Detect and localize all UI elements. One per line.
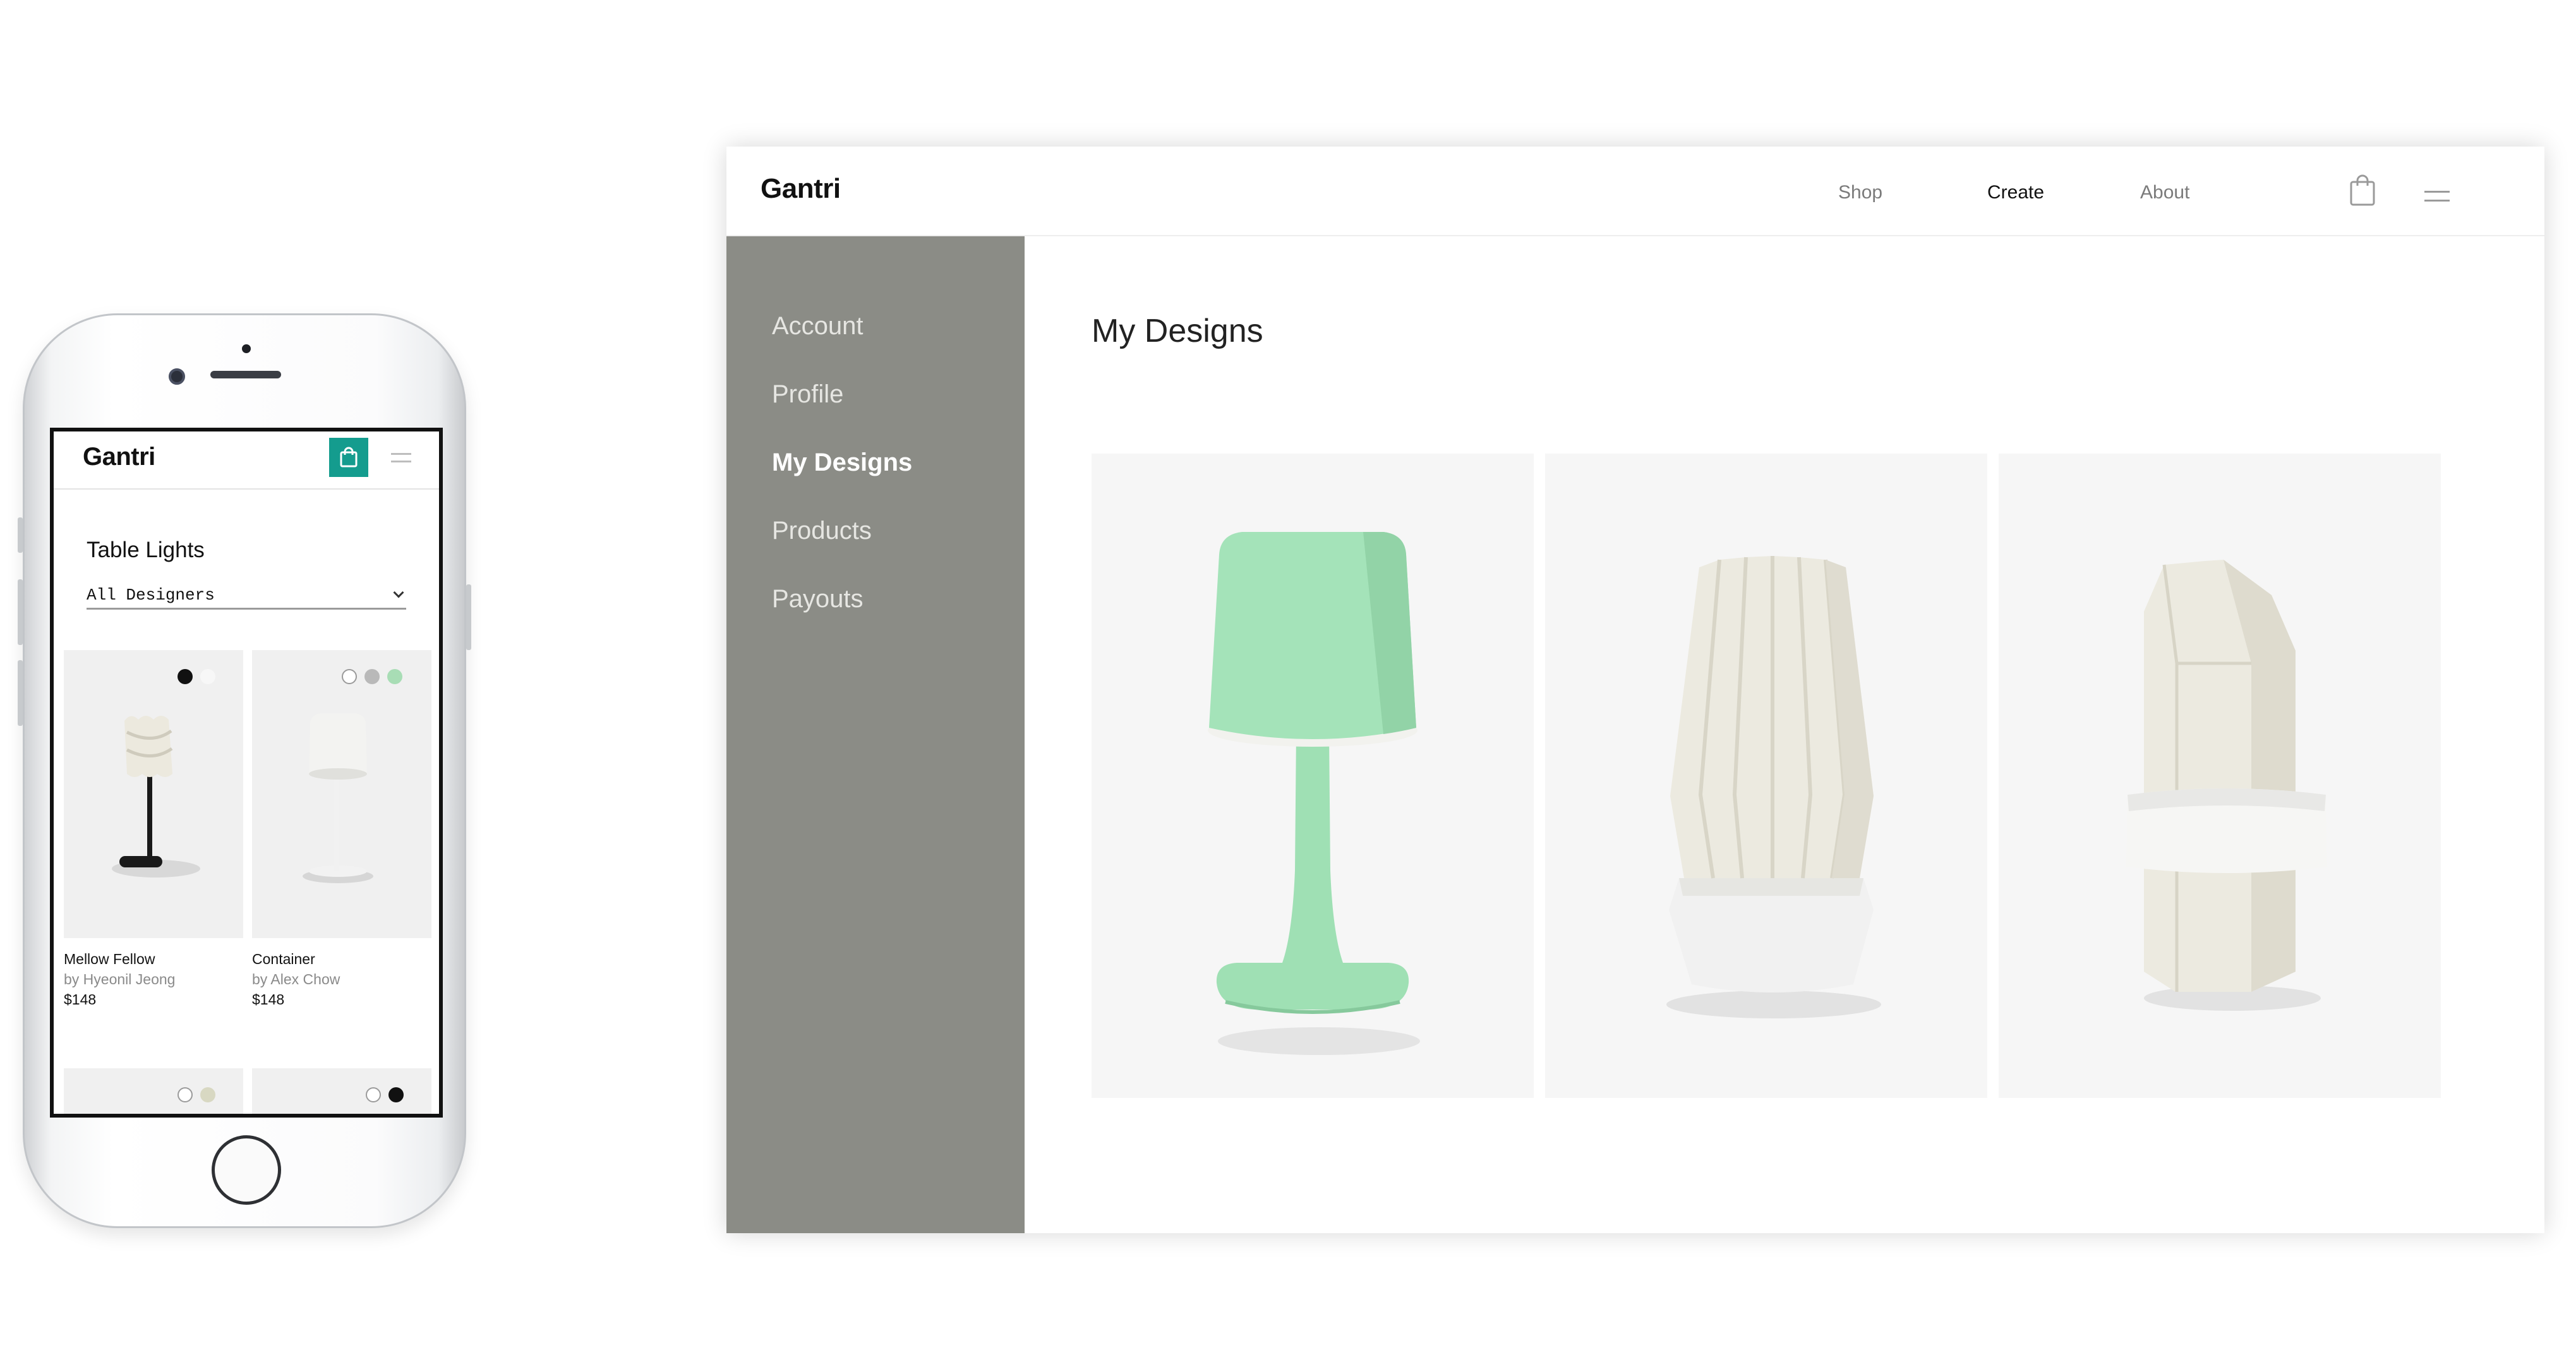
product-designer: by Hyeonil Jeong — [64, 971, 176, 987]
hamburger-line — [2424, 200, 2450, 202]
product-price: $148 — [252, 991, 285, 1008]
hamburger-menu-icon — [2424, 191, 2450, 193]
nav-link-shop[interactable]: Shop — [1838, 182, 1882, 203]
shopping-bag-icon — [340, 447, 358, 467]
nav-link-about[interactable]: About — [2140, 182, 2189, 203]
product-card[interactable]: Container by Alex Chow $148 — [252, 650, 431, 1029]
front-camera — [169, 368, 185, 385]
swatch-black[interactable] — [178, 669, 193, 684]
account-sidebar: Account Profile My Designs Products Payo… — [726, 236, 1025, 1233]
design-image-crystal — [2126, 560, 2327, 1011]
desktop-window: Gantri Shop Create About Account Profile… — [726, 147, 2544, 1233]
product-designer: by Alex Chow — [252, 971, 340, 987]
design-card[interactable] — [1999, 454, 2441, 1098]
color-swatches — [366, 1087, 404, 1102]
hamburger-line — [391, 461, 411, 462]
product-name[interactable]: Mellow Fellow — [64, 951, 155, 968]
phone-mockup: Gantri Table Lights All Designers Mellow… — [18, 313, 471, 1228]
mute-switch — [18, 517, 23, 553]
sidebar-item-profile[interactable]: Profile — [772, 380, 843, 409]
product-image[interactable] — [252, 650, 431, 938]
earpiece-speaker — [210, 371, 281, 378]
swatch-black[interactable] — [388, 1087, 404, 1102]
product-card[interactable] — [64, 1068, 243, 1114]
proximity-sensor — [242, 344, 251, 353]
design-card[interactable] — [1545, 454, 1987, 1098]
chevron-down-icon — [393, 587, 404, 598]
product-card[interactable] — [252, 1068, 431, 1114]
swatch-gray[interactable] — [364, 669, 380, 684]
sidebar-item-account[interactable]: Account — [772, 312, 864, 341]
swatch-white[interactable] — [178, 1087, 193, 1102]
hamburger-menu-icon — [391, 453, 411, 455]
desktop-header: Gantri Shop Create About — [726, 147, 2544, 236]
lamp-image-container — [303, 713, 373, 883]
volume-up-button — [18, 579, 23, 645]
product-price: $148 — [64, 991, 97, 1008]
product-name[interactable]: Container — [252, 951, 315, 968]
page-title: My Designs — [1092, 313, 1263, 349]
designer-filter-value: All Designers — [87, 585, 215, 605]
desktop-menu-button[interactable] — [2424, 191, 2450, 208]
color-swatches — [178, 1087, 215, 1102]
mobile-cart-button[interactable] — [329, 438, 368, 477]
shopping-bag-icon — [2350, 174, 2375, 206]
swatch-white[interactable] — [342, 669, 357, 684]
mobile-page-title: Table Lights — [87, 538, 205, 562]
design-image-pleated-vase — [1666, 556, 1881, 1018]
product-image[interactable] — [64, 1068, 243, 1114]
color-swatches — [178, 669, 215, 684]
mobile-screen: Gantri Table Lights All Designers Mellow… — [50, 428, 443, 1118]
mobile-menu-button[interactable] — [391, 453, 411, 468]
design-card[interactable] — [1092, 454, 1534, 1098]
sidebar-item-products[interactable]: Products — [772, 517, 872, 545]
lamp-image-mellow-fellow — [112, 716, 200, 878]
sidebar-item-payouts[interactable]: Payouts — [772, 585, 864, 613]
swatch-beige[interactable] — [200, 1087, 215, 1102]
color-swatches — [342, 669, 402, 684]
design-image-table-lamp — [1208, 532, 1420, 1055]
designer-filter-select[interactable]: All Designers — [87, 582, 406, 610]
swatch-white[interactable] — [200, 669, 215, 684]
mobile-header: Gantri — [54, 431, 439, 490]
product-image[interactable] — [252, 1068, 431, 1114]
desktop-logo[interactable]: Gantri — [761, 173, 841, 205]
desktop-cart-button[interactable] — [2349, 173, 2376, 210]
mobile-logo[interactable]: Gantri — [83, 443, 155, 471]
swatch-green[interactable] — [387, 669, 402, 684]
swatch-white[interactable] — [366, 1087, 381, 1102]
nav-link-create[interactable]: Create — [1987, 182, 2044, 203]
power-button — [466, 584, 471, 650]
product-image[interactable] — [64, 650, 243, 938]
sidebar-item-my-designs[interactable]: My Designs — [772, 449, 912, 477]
home-button[interactable] — [212, 1135, 281, 1205]
volume-down-button — [18, 660, 23, 726]
product-card[interactable]: Mellow Fellow by Hyeonil Jeong $148 — [64, 650, 243, 1029]
